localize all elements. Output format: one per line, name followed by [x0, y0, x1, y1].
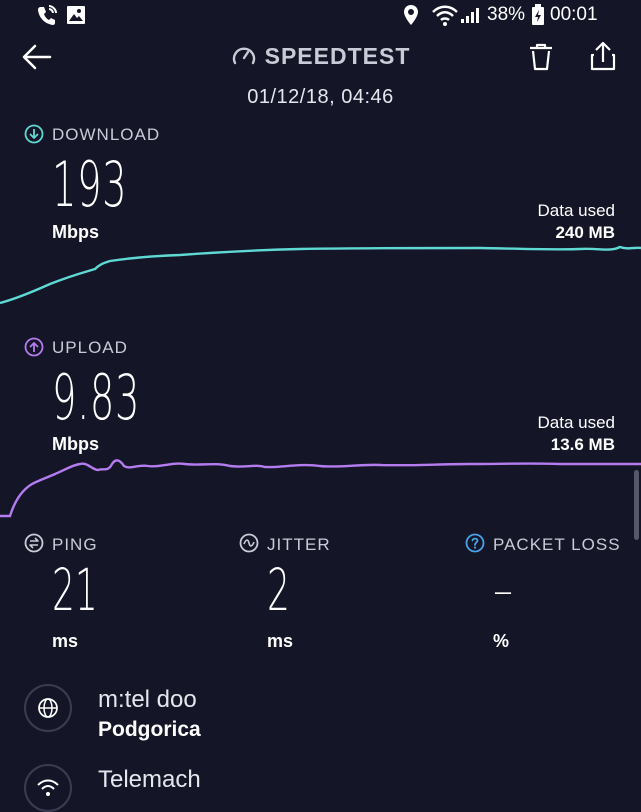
trash-icon[interactable] [527, 42, 555, 72]
battery-icon [532, 4, 544, 25]
ping-label: PING [52, 535, 98, 554]
wifi-icon [432, 5, 458, 26]
clock: 00:01 [550, 4, 598, 25]
image-icon [67, 6, 85, 24]
ping-icon [24, 533, 44, 553]
provider-icon-circle [24, 684, 72, 732]
upload-data-used-label: Data used [537, 413, 616, 432]
provider-location: Podgorica [98, 718, 201, 741]
status-bar: 38% 00:01 [0, 0, 641, 30]
scrollbar[interactable] [634, 470, 639, 540]
help-icon[interactable] [465, 533, 485, 553]
provider-name: m:tel doo [98, 686, 197, 713]
download-label: DOWNLOAD [52, 125, 161, 144]
packet-loss-unit: % [493, 631, 510, 651]
speedometer-icon [232, 47, 255, 65]
app-title-text: SPEEDTEST [264, 43, 411, 70]
connection-name: Telemach [98, 766, 201, 793]
connection-icon-circle [24, 764, 72, 812]
signal-icon [461, 8, 479, 23]
upload-arrow-icon [24, 337, 44, 357]
ping-value: 21 [52, 556, 98, 624]
globe-icon [38, 698, 58, 718]
jitter-unit: ms [267, 631, 294, 651]
packet-loss-value: – [493, 568, 513, 614]
test-date: 01/12/18, 04:46 [247, 86, 394, 108]
upload-label: UPLOAD [52, 338, 128, 357]
ping-unit: ms [52, 631, 79, 651]
upload-speed-value: 9.83 [52, 361, 141, 434]
jitter-icon [239, 533, 259, 553]
download-data-used-label: Data used [537, 201, 616, 220]
jitter-value: 2 [267, 556, 290, 624]
packet-loss-label: PACKET LOSS [493, 535, 621, 554]
jitter-label: JITTER [267, 535, 331, 554]
share-icon[interactable] [589, 40, 617, 72]
upload-graph [0, 459, 641, 518]
download-graph [0, 245, 641, 305]
battery-percentage: 38% [487, 4, 526, 25]
download-speed-value: 193 [52, 148, 128, 221]
call-wifi-icon [38, 5, 57, 25]
location-icon [404, 5, 418, 25]
wifi-connection-icon [37, 779, 59, 796]
download-arrow-icon [24, 124, 44, 144]
